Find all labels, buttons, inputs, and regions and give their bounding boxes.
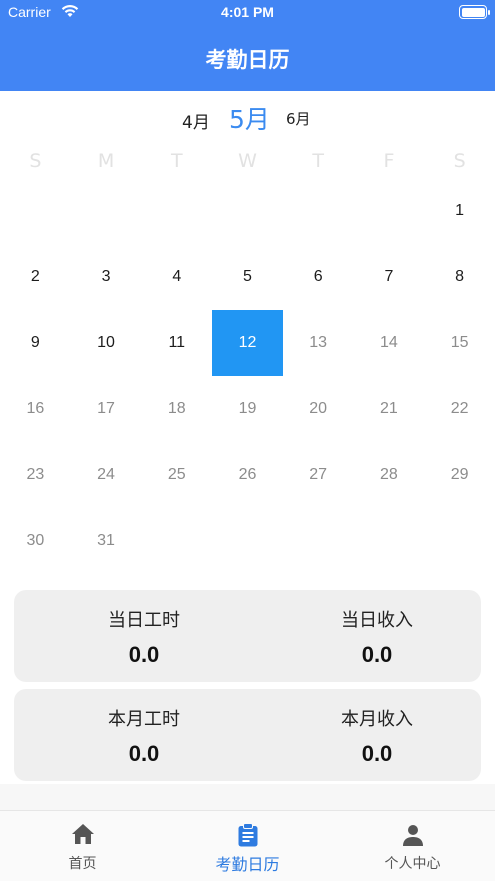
calendar-day[interactable]: 9: [0, 310, 71, 376]
calendar-day[interactable]: 2: [0, 244, 71, 310]
tab-attendance-calendar[interactable]: 考勤日历: [165, 811, 330, 881]
weekday-label: T: [170, 150, 183, 172]
header-bar: Carrier 4:01 PM 考勤日历: [0, 0, 495, 91]
next-month-button[interactable]: 6月: [286, 108, 311, 129]
calendar-day[interactable]: 5: [212, 244, 283, 310]
calendar-day[interactable]: 11: [141, 310, 212, 376]
home-icon: [0, 823, 165, 845]
calendar-day-selected[interactable]: 12: [212, 310, 283, 376]
calendar-day[interactable]: 28: [354, 442, 425, 508]
calendar-day[interactable]: 7: [354, 244, 425, 310]
calendar-day[interactable]: 10: [71, 310, 142, 376]
content-footer-spacer: [0, 784, 495, 812]
daily-summary-card: 当日工时 0.0 当日收入 0.0: [14, 590, 481, 682]
current-month-label: 5月: [229, 105, 270, 134]
calendar-day[interactable]: 26: [212, 442, 283, 508]
calendar-day[interactable]: 3: [71, 244, 142, 310]
daily-income-value: 0.0: [361, 642, 393, 667]
monthly-income-stat: 本月收入 0.0: [247, 689, 480, 781]
calendar-day[interactable]: 17: [71, 376, 142, 442]
monthly-hours-stat: 本月工时 0.0: [14, 689, 247, 781]
tab-profile-label: 个人中心: [384, 856, 441, 872]
calendar-day[interactable]: 8: [424, 244, 495, 310]
calendar-day[interactable]: 30: [0, 508, 71, 574]
calendar-day[interactable]: 16: [0, 376, 71, 442]
weekday-label: M: [97, 150, 115, 172]
status-time: 4:01 PM: [221, 4, 274, 20]
calendar-day[interactable]: 1: [424, 178, 495, 244]
calendar-day[interactable]: 31: [71, 508, 142, 574]
battery-icon: [459, 5, 490, 19]
status-bar: Carrier 4:01 PM: [0, 0, 495, 26]
weekday-label: S: [29, 150, 42, 172]
tab-home[interactable]: 首页: [0, 811, 165, 881]
calendar-day[interactable]: 15: [424, 310, 495, 376]
calendar-day[interactable]: 24: [71, 442, 142, 508]
calendar-day[interactable]: 6: [283, 244, 354, 310]
tab-profile[interactable]: 个人中心: [330, 811, 495, 881]
weekday-label: W: [238, 150, 257, 172]
calendar-day[interactable]: 18: [141, 376, 212, 442]
calendar-grid: 1 2 3 4 5 6 7 8 9 10 11 12 13 14 15 16 17 18 19 20 21 22 23 24 2…: [0, 178, 495, 574]
monthly-hours-value: 0.0: [128, 741, 160, 766]
previous-month-button[interactable]: 4月: [182, 108, 210, 133]
calendar-day[interactable]: 20: [283, 376, 354, 442]
calendar-day[interactable]: 25: [141, 442, 212, 508]
weekday-header: SMTWTFS: [0, 150, 495, 176]
daily-income-label: 当日收入: [341, 610, 413, 631]
daily-income-stat: 当日收入 0.0: [247, 590, 480, 682]
calendar-day[interactable]: 21: [354, 376, 425, 442]
monthly-hours-label: 本月工时: [108, 709, 180, 730]
daily-hours-stat: 当日工时 0.0: [14, 590, 247, 682]
daily-hours-value: 0.0: [128, 642, 160, 667]
tab-home-label: 首页: [68, 856, 97, 872]
monthly-income-label: 本月收入: [341, 709, 413, 730]
monthly-income-value: 0.0: [361, 741, 393, 766]
calendar-day[interactable]: 22: [424, 376, 495, 442]
weekday-label: F: [383, 150, 395, 172]
calendar-day[interactable]: 27: [283, 442, 354, 508]
daily-hours-label: 当日工时: [108, 610, 180, 631]
calendar-day[interactable]: 4: [141, 244, 212, 310]
tab-bar: 首页 考勤日历 个人中心: [0, 810, 495, 881]
calendar-day[interactable]: 14: [354, 310, 425, 376]
calendar-day[interactable]: 29: [424, 442, 495, 508]
calendar-day[interactable]: 23: [0, 442, 71, 508]
monthly-summary-card: 本月工时 0.0 本月收入 0.0: [14, 689, 481, 781]
weekday-label: S: [453, 150, 466, 172]
weekday-label: T: [312, 150, 324, 172]
page-title: 考勤日历: [205, 48, 290, 72]
calendar-day[interactable]: 19: [212, 376, 283, 442]
clipboard-icon: [165, 823, 330, 847]
calendar-day[interactable]: 13: [283, 310, 354, 376]
month-navigator: 4月 5月 6月: [0, 100, 495, 134]
person-icon: [330, 823, 495, 847]
tab-attendance-calendar-label: 考勤日历: [215, 855, 280, 874]
